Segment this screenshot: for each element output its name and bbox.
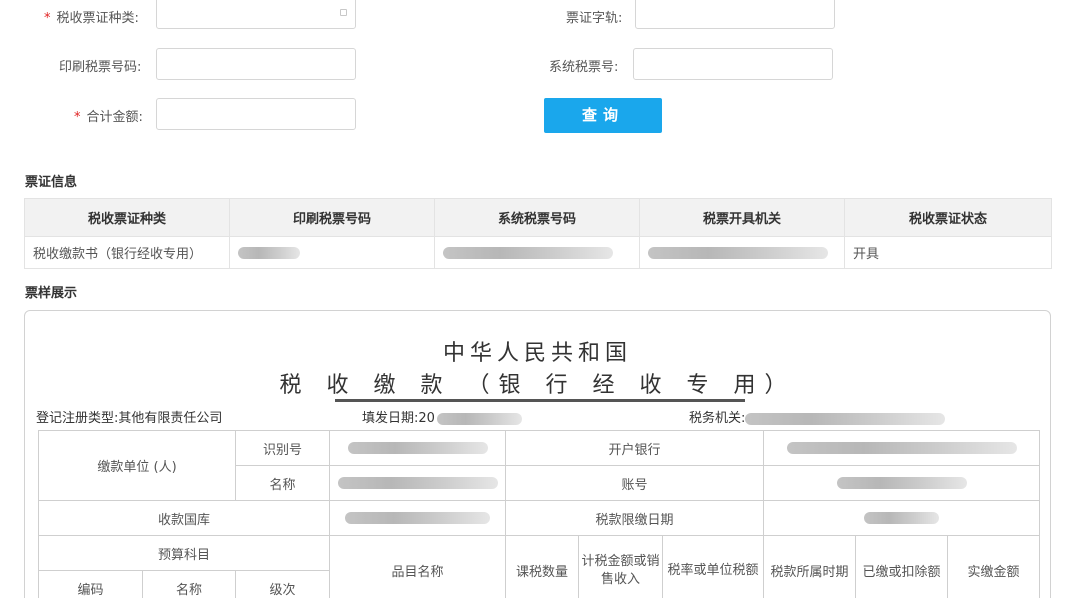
payer-name-label: 名称 [235,465,330,501]
system-number-input[interactable] [633,48,833,80]
sample-title-country: 中华人民共和国 [442,341,632,366]
treasury-label: 收款国库 [38,500,330,536]
cell-status: 开具 [844,236,1052,269]
taxable-amount-label: 计税金额或销售收入 [578,535,663,598]
treasury-value-redacted [329,500,506,536]
fill-date-label: 填发日期:20 [362,411,435,426]
cell-issuing-authority-redacted [639,236,845,269]
info-table-header: 税收票证种类 印刷税票号码 系统税票号码 税票开具机关 税收票证状态 [24,198,1052,237]
paid-deducted-label: 已缴或扣除额 [855,535,948,598]
info-table: 税收票证种类 印刷税票号码 系统税票号码 税票开具机关 税收票证状态 税收缴款书… [24,198,1052,269]
registration-type: 登记注册类型:其他有限责任公司 [36,411,223,426]
subject-level-label: 级次 [235,570,330,598]
total-amount-label-text: 合计金额: [86,110,143,125]
budget-subject-label: 预算科目 [38,535,330,571]
sample-section-title: 票样展示 [25,286,78,301]
account-value-redacted [763,465,1040,501]
id-number-value-redacted [329,430,506,466]
payer-label: 缴款单位 (人) [38,430,236,501]
ticket-sample-panel: 中华人民共和国 税 收 缴 款 （银 行 经 收 专 用） 登记注册类型:其他有… [24,310,1051,598]
header-ticket-type: 税收票证种类 [24,198,230,237]
cell-print-number-redacted [229,236,435,269]
ticket-type-label-text: 税收票证种类: [56,11,139,26]
deadline-label: 税款限缴日期 [505,500,764,536]
total-amount-input[interactable] [156,98,356,130]
ticket-track-input[interactable] [635,0,835,29]
ticket-track-label: 票证字轨: [566,11,623,26]
title-underline [335,399,745,402]
header-system-number: 系统税票号码 [434,198,640,237]
ticket-type-select[interactable] [156,0,356,29]
print-number-input[interactable] [156,48,356,80]
bank-label: 开户银行 [505,430,764,466]
query-button[interactable]: 查询 [544,98,662,133]
cell-ticket-type: 税收缴款书（银行经收专用） [24,236,230,269]
item-name-label: 品目名称 [329,535,506,598]
subject-code-label: 编码 [38,570,143,598]
header-issuing-authority: 税票开具机关 [639,198,845,237]
tax-period-label: 税款所属时期 [763,535,856,598]
id-number-label: 识别号 [235,430,330,466]
cell-system-number-redacted [434,236,640,269]
header-print-number: 印刷税票号码 [229,198,435,237]
fill-date: 填发日期:20 [362,407,522,426]
print-number-label: 印刷税票号码: [59,60,142,75]
ticket-type-label: * 税收票证种类: [44,7,139,26]
tax-authority-label: 税务机关: [689,411,746,426]
total-amount-label: * 合计金额: [74,106,143,125]
header-status: 税收票证状态 [844,198,1052,237]
tax-rate-label: 税率或单位税额 [662,535,764,598]
sample-title-form: 税 收 缴 款 （银 行 经 收 专 用） [279,373,796,398]
table-row[interactable]: 税收缴款书（银行经收专用） 开具 [24,236,1052,269]
actual-paid-label: 实缴金额 [947,535,1040,598]
tax-quantity-label: 课税数量 [505,535,579,598]
payer-name-value-redacted [329,465,506,501]
tax-payment-form-grid: 缴款单位 (人) 识别号 开户银行 名称 账号 收款国库 税款限缴日期 预算科目… [38,430,1040,598]
select-caret-icon [340,9,347,16]
subject-name-label: 名称 [142,570,236,598]
required-mark: * [74,110,81,125]
system-number-label: 系统税票号: [549,60,619,75]
required-mark: * [44,11,51,26]
info-section-title: 票证信息 [25,175,78,190]
account-label: 账号 [505,465,764,501]
bank-value-redacted [763,430,1040,466]
deadline-value-redacted [763,500,1040,536]
tax-authority: 税务机关: [689,407,946,426]
